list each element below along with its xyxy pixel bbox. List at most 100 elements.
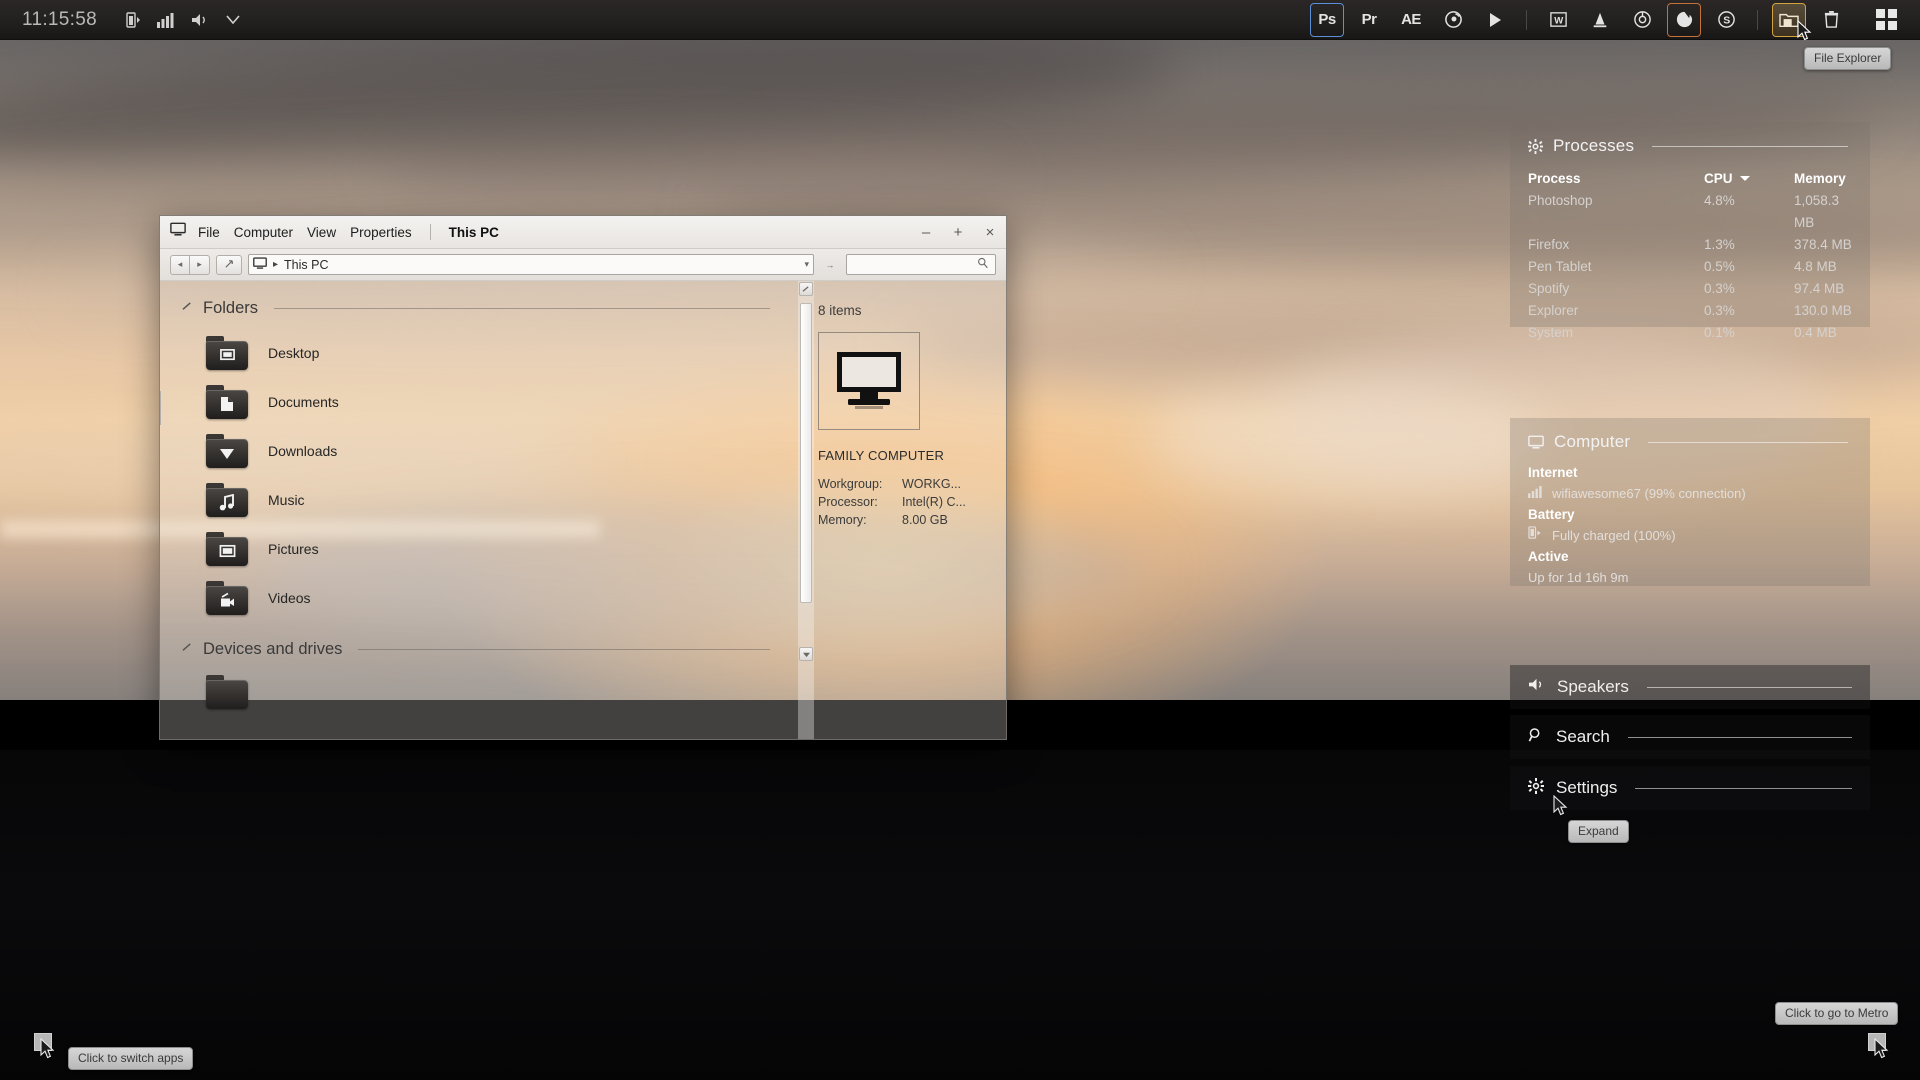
taskbar-app-file-explorer[interactable]	[1772, 2, 1806, 37]
address-bar[interactable]: ▸ This PC ▾	[248, 254, 814, 275]
maximize-button[interactable]: +	[942, 216, 974, 248]
list-item[interactable]: Desktop	[206, 328, 798, 377]
after-effects-icon: AE	[1401, 11, 1421, 28]
item-count: 8 items	[818, 303, 862, 318]
speaker-icon	[1528, 677, 1545, 697]
magnifier-icon	[1528, 727, 1544, 748]
list-item[interactable]: Music	[206, 475, 798, 524]
sidebar-item-settings[interactable]: Settings	[1510, 766, 1870, 810]
sidebar-item-search[interactable]: Search	[1510, 715, 1870, 759]
chevron-down-icon[interactable]	[226, 15, 240, 24]
computer-widget-title: Computer	[1554, 432, 1631, 451]
play-icon	[1490, 12, 1501, 27]
list-item[interactable]: Downloads	[206, 426, 798, 475]
go-to-metro-hotspot[interactable]	[1868, 1033, 1886, 1051]
switch-apps-hotspot[interactable]	[34, 1033, 52, 1051]
back-button[interactable]: ◂	[170, 254, 190, 275]
explorer-titlebar[interactable]: File Computer View Properties This PC – …	[160, 216, 1006, 249]
clock[interactable]: 11:15:58	[22, 9, 97, 31]
vertical-scrollbar[interactable]	[798, 281, 814, 739]
signal-icon[interactable]	[156, 12, 175, 28]
taskbar-app-after-effects[interactable]: AE	[1394, 3, 1428, 37]
search-input[interactable]	[846, 254, 996, 275]
chevron-expanded-icon[interactable]	[182, 302, 193, 315]
battery-row: Fully charged (100%)	[1528, 525, 1852, 546]
table-row[interactable]: System 0.1% 0.4 MB	[1528, 322, 1852, 344]
section-title: Folders	[203, 299, 259, 317]
strip-rule	[1635, 787, 1852, 789]
col-process[interactable]: Process	[1528, 168, 1704, 190]
chrome-icon	[1633, 11, 1651, 28]
processes-widget-title: Processes	[1553, 136, 1635, 155]
property-row: Processor: Intel(R) C...	[818, 493, 1006, 511]
processes-table-header: Process CPU Memory	[1528, 168, 1852, 190]
row-process-cpu: 0.5%	[1704, 259, 1735, 274]
col-cpu[interactable]: CPU	[1704, 168, 1794, 190]
search-label: Search	[1556, 727, 1610, 746]
menu-view[interactable]: View	[307, 225, 336, 240]
tablet-icon	[1593, 12, 1607, 27]
breadcrumb: This PC	[284, 257, 329, 272]
taskbar-app-photoshop[interactable]: Ps	[1310, 2, 1344, 37]
tooltip-go-to-metro: Click to go to Metro	[1775, 1002, 1899, 1025]
taskbar-apps: Ps Pr AE W S	[1306, 2, 1920, 37]
row-process-cpu: 0.1%	[1704, 325, 1735, 340]
scroll-up-button[interactable]	[799, 282, 813, 296]
taskbar-app-skype[interactable]: S	[1709, 3, 1743, 37]
col-memory[interactable]: Memory	[1794, 168, 1852, 190]
go-button[interactable]: →	[820, 255, 840, 275]
row-process-name: Explorer	[1528, 303, 1579, 318]
section-rule	[274, 308, 770, 309]
up-button[interactable]	[216, 254, 242, 275]
section-header-devices-and-drives[interactable]: Devices and drives	[160, 640, 798, 659]
menu-file[interactable]: File	[198, 225, 220, 240]
tooltip-expand: Expand	[1568, 820, 1629, 843]
list-item[interactable]: Documents	[206, 377, 798, 426]
volume-icon[interactable]	[191, 12, 210, 28]
computer-widget-header: Computer	[1510, 418, 1870, 458]
taskbar-app-spotify[interactable]	[1436, 3, 1470, 37]
scroll-down-button[interactable]	[799, 647, 813, 661]
sidebar-item-speakers[interactable]: Speakers	[1510, 665, 1870, 709]
taskbar-app-premiere[interactable]: Pr	[1352, 3, 1386, 37]
battery-icon[interactable]	[125, 11, 141, 29]
list-item[interactable]: Videos	[206, 573, 798, 622]
row-process-memory: 97.4 MB	[1794, 281, 1845, 296]
taskbar-app-media-player[interactable]	[1478, 3, 1512, 37]
taskbar-app-firefox[interactable]	[1667, 2, 1701, 37]
section-header-folders[interactable]: Folders	[160, 299, 798, 318]
close-button[interactable]: ×	[974, 216, 1006, 248]
chevron-expanded-icon[interactable]	[182, 643, 193, 656]
table-row[interactable]: Pen Tablet 0.5% 4.8 MB	[1528, 256, 1852, 278]
chevron-down-icon[interactable]: ▾	[804, 259, 809, 270]
taskbar-app-recycle-bin[interactable]	[1814, 3, 1848, 37]
menu-computer[interactable]: Computer	[234, 225, 293, 240]
table-row[interactable]: Spotify 0.3% 97.4 MB	[1528, 278, 1852, 300]
monitor-icon	[170, 222, 186, 242]
scrollbar-thumb[interactable]	[800, 303, 812, 603]
row-process-cpu: 4.8%	[1704, 193, 1735, 208]
navigation-pane-expand-handle[interactable]: »	[160, 391, 161, 425]
taskbar-app-word[interactable]: W	[1541, 3, 1575, 37]
processes-table: Process CPU Memory Photoshop 4.8% 1,058.…	[1510, 162, 1870, 354]
menu-divider	[429, 224, 431, 240]
list-item[interactable]	[206, 667, 798, 716]
speakers-label: Speakers	[1557, 677, 1629, 696]
gear-icon	[1528, 138, 1543, 154]
taskbar-app-chrome[interactable]	[1625, 3, 1659, 37]
table-row[interactable]: Photoshop 4.8% 1,058.3 MB	[1528, 190, 1852, 234]
menu-properties[interactable]: Properties	[350, 225, 412, 240]
internet-value: wifiawesome67 (99% connection)	[1552, 486, 1746, 501]
list-item-label: Downloads	[268, 442, 338, 459]
top-taskbar: 11:15:58 Ps Pr AE W S	[0, 0, 1920, 40]
table-row[interactable]: Firefox 1.3% 378.4 MB	[1528, 234, 1852, 256]
start-button[interactable]	[1866, 3, 1906, 37]
table-row[interactable]: Explorer 0.3% 130.0 MB	[1528, 300, 1852, 322]
signal-icon	[1528, 483, 1543, 504]
list-item[interactable]: Pictures	[206, 524, 798, 573]
explorer-current-location: This PC	[448, 224, 499, 240]
taskbar-app-pen-tablet[interactable]	[1583, 3, 1617, 37]
row-process-cpu: 0.3%	[1704, 281, 1735, 296]
minimize-button[interactable]: –	[910, 216, 942, 248]
forward-button[interactable]: ▸	[190, 254, 210, 275]
